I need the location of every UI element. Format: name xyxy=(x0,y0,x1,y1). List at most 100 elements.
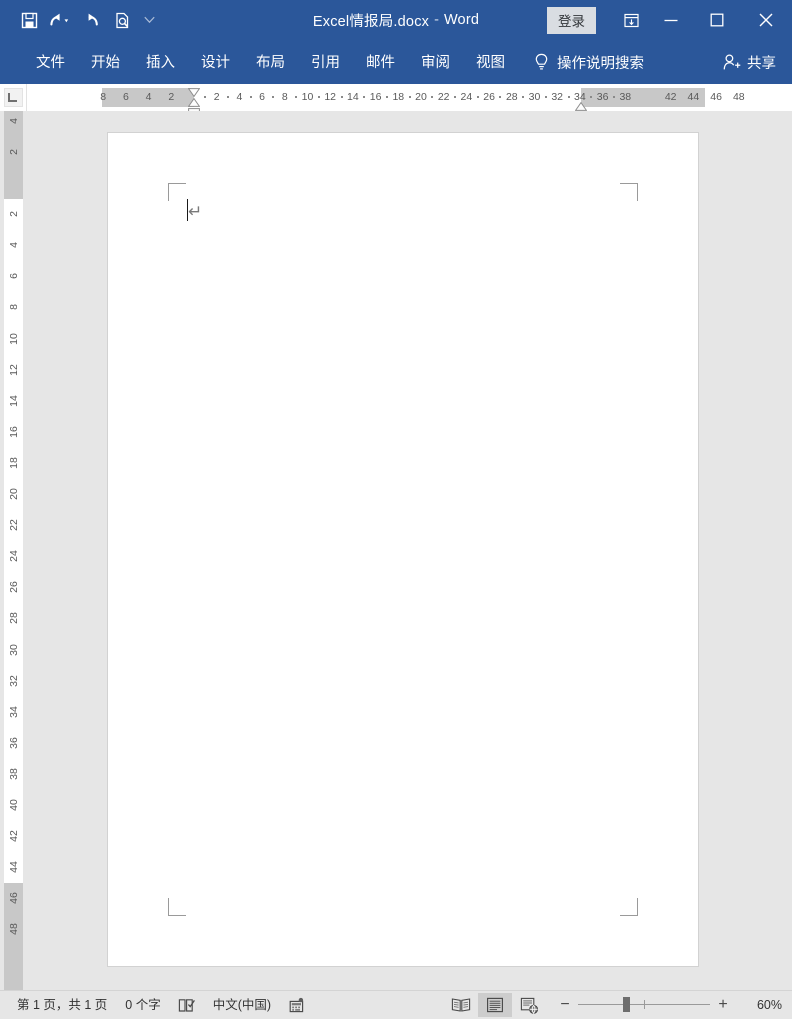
zoom-slider-thumb[interactable] xyxy=(623,997,630,1012)
print-preview-icon[interactable] xyxy=(107,5,137,35)
margin-mark-top-right xyxy=(620,183,638,201)
ruler-tick-label: 4 xyxy=(236,91,243,103)
document-area: 4 2 2 4 6 8 10 12 14 16 18 20 22 24 26 28 30 32 34 36 38 40 42… xyxy=(0,111,792,990)
ruler-tick xyxy=(431,96,434,98)
tab-review[interactable]: 审阅 xyxy=(408,46,463,78)
tab-view[interactable]: 视图 xyxy=(463,46,518,78)
left-indent-marker[interactable] xyxy=(188,103,200,111)
ruler-tick-label: 36 xyxy=(596,91,609,103)
ruler-tick-label: 4 xyxy=(145,91,152,103)
zoom-in-button[interactable]: + xyxy=(710,995,736,1015)
paragraph-mark: ↵ xyxy=(188,202,203,221)
sign-in-button[interactable]: 登录 xyxy=(547,6,596,34)
zoom-slider[interactable] xyxy=(578,995,710,1015)
document-page[interactable]: ↵ xyxy=(107,132,699,967)
vertical-ruler-tick-label: 34 xyxy=(7,705,20,718)
ruler-tick-label: 16 xyxy=(369,91,382,103)
vertical-ruler-tick-label: 46 xyxy=(7,892,20,905)
word-count[interactable]: 0 个字 xyxy=(116,991,169,1019)
horizontal-ruler[interactable]: 8 6 4 2 2 4 6 8 10 12 14 16 18 20 22 24 26 28 30 32 34 36 38 42… xyxy=(27,84,792,111)
left-tab-stop-icon xyxy=(3,88,23,107)
ruler-tick-label: 22 xyxy=(437,91,450,103)
status-right-group: − + 60% xyxy=(444,991,784,1019)
tab-mailings[interactable]: 邮件 xyxy=(353,46,408,78)
margin-mark-bottom-left xyxy=(168,898,186,916)
ruler-tick xyxy=(385,96,388,98)
vertical-ruler[interactable]: 4 2 2 4 6 8 10 12 14 16 18 20 22 24 26 28 30 32 34 36 38 40 42… xyxy=(0,111,27,990)
page-indicator[interactable]: 第 1 页，共 1 页 xyxy=(8,991,116,1019)
title-bar: Excel情报局.docx - Word 登录 xyxy=(0,0,792,40)
ruler-tick xyxy=(522,96,525,98)
share-person-icon xyxy=(722,53,742,71)
tab-home[interactable]: 开始 xyxy=(78,46,133,78)
vertical-ruler-tick-label: 36 xyxy=(7,736,20,749)
save-icon[interactable] xyxy=(14,5,44,35)
tab-stop-selector[interactable] xyxy=(0,84,27,111)
tab-file[interactable]: 文件 xyxy=(26,46,78,78)
share-label: 共享 xyxy=(747,55,776,72)
customize-qat-icon[interactable] xyxy=(138,5,160,35)
ruler-tick-label: 14 xyxy=(347,91,359,103)
zoom-controls: − + 60% xyxy=(552,995,784,1015)
page-canvas[interactable]: ↵ xyxy=(27,111,792,990)
tell-me-label: 操作说明搜索 xyxy=(557,55,644,72)
vertical-ruler-tick-label: 48 xyxy=(7,923,20,936)
vertical-ruler-tick-label: 26 xyxy=(7,581,20,594)
ruler-tick-label: 42 xyxy=(664,91,677,103)
tell-me-search[interactable]: 操作说明搜索 xyxy=(534,52,644,73)
close-icon[interactable] xyxy=(740,0,792,40)
vertical-ruler-tick-label: 6 xyxy=(7,273,20,280)
document-name: Excel情报局.docx xyxy=(312,13,430,30)
ruler-tick xyxy=(567,96,570,98)
ruler-tick-label: 46 xyxy=(710,91,722,103)
word-window: Excel情报局.docx - Word 登录 文件 开始 插入 设计 布局 引… xyxy=(0,0,792,1019)
vertical-ruler-tick-label: 2 xyxy=(7,148,20,155)
vertical-ruler-tick-label: 20 xyxy=(7,488,20,500)
ribbon-display-options-icon[interactable] xyxy=(614,0,648,40)
ruler-tick xyxy=(272,96,275,98)
macro-recording-icon[interactable] xyxy=(280,991,313,1019)
maximize-icon[interactable] xyxy=(694,0,740,40)
tab-references[interactable]: 引用 xyxy=(298,46,353,78)
margin-mark-bottom-right xyxy=(620,898,638,916)
vertical-ruler-tick-label: 42 xyxy=(7,830,20,842)
right-indent-marker[interactable] xyxy=(574,98,588,111)
ruler-tick xyxy=(249,96,252,98)
language-indicator[interactable]: 中文(中国) xyxy=(204,991,280,1019)
ruler-tick xyxy=(612,96,615,98)
zoom-out-button[interactable]: − xyxy=(552,995,578,1015)
ribbon-tabs: 文件 开始 插入 设计 布局 引用 邮件 审阅 视图 操作说明搜索 xyxy=(0,46,644,78)
zoom-level[interactable]: 60% xyxy=(736,998,784,1012)
ruler-tick-label: 6 xyxy=(259,91,266,103)
ruler-tick-label: 10 xyxy=(301,91,314,103)
ruler-tick xyxy=(295,96,298,98)
ruler-tick xyxy=(363,96,366,98)
vertical-ruler-tick-label: 24 xyxy=(7,550,20,563)
hanging-indent-marker[interactable] xyxy=(187,94,201,107)
vertical-ruler-tick-label: 2 xyxy=(7,211,20,218)
proofing-errors-icon[interactable] xyxy=(170,991,204,1019)
lightbulb-icon xyxy=(534,53,549,72)
ruler-tick xyxy=(590,96,593,98)
ruler-tick xyxy=(408,96,411,98)
redo-icon[interactable] xyxy=(76,5,106,35)
read-mode-button[interactable] xyxy=(444,993,478,1017)
tab-layout[interactable]: 布局 xyxy=(243,46,298,78)
web-layout-button[interactable] xyxy=(512,993,546,1017)
tab-insert[interactable]: 插入 xyxy=(133,46,188,78)
ruler-tick xyxy=(317,96,320,98)
vertical-ruler-tick-label: 4 xyxy=(7,242,20,249)
tab-design[interactable]: 设计 xyxy=(188,46,243,78)
margin-mark-top-left xyxy=(168,183,186,201)
quick-access-toolbar xyxy=(0,5,160,35)
ruler-tick-label: 18 xyxy=(392,91,405,103)
ruler-tick-label: 2 xyxy=(168,91,175,103)
ruler-tick-label: 44 xyxy=(687,91,700,103)
print-layout-button[interactable] xyxy=(478,993,512,1017)
vertical-ruler-tick-label: 22 xyxy=(7,519,20,531)
ruler-tick-label: 12 xyxy=(324,91,337,103)
minimize-icon[interactable] xyxy=(648,0,694,40)
undo-icon[interactable] xyxy=(45,5,75,35)
share-button[interactable]: 共享 xyxy=(722,52,776,73)
ruler-tick-label: 32 xyxy=(551,91,564,103)
